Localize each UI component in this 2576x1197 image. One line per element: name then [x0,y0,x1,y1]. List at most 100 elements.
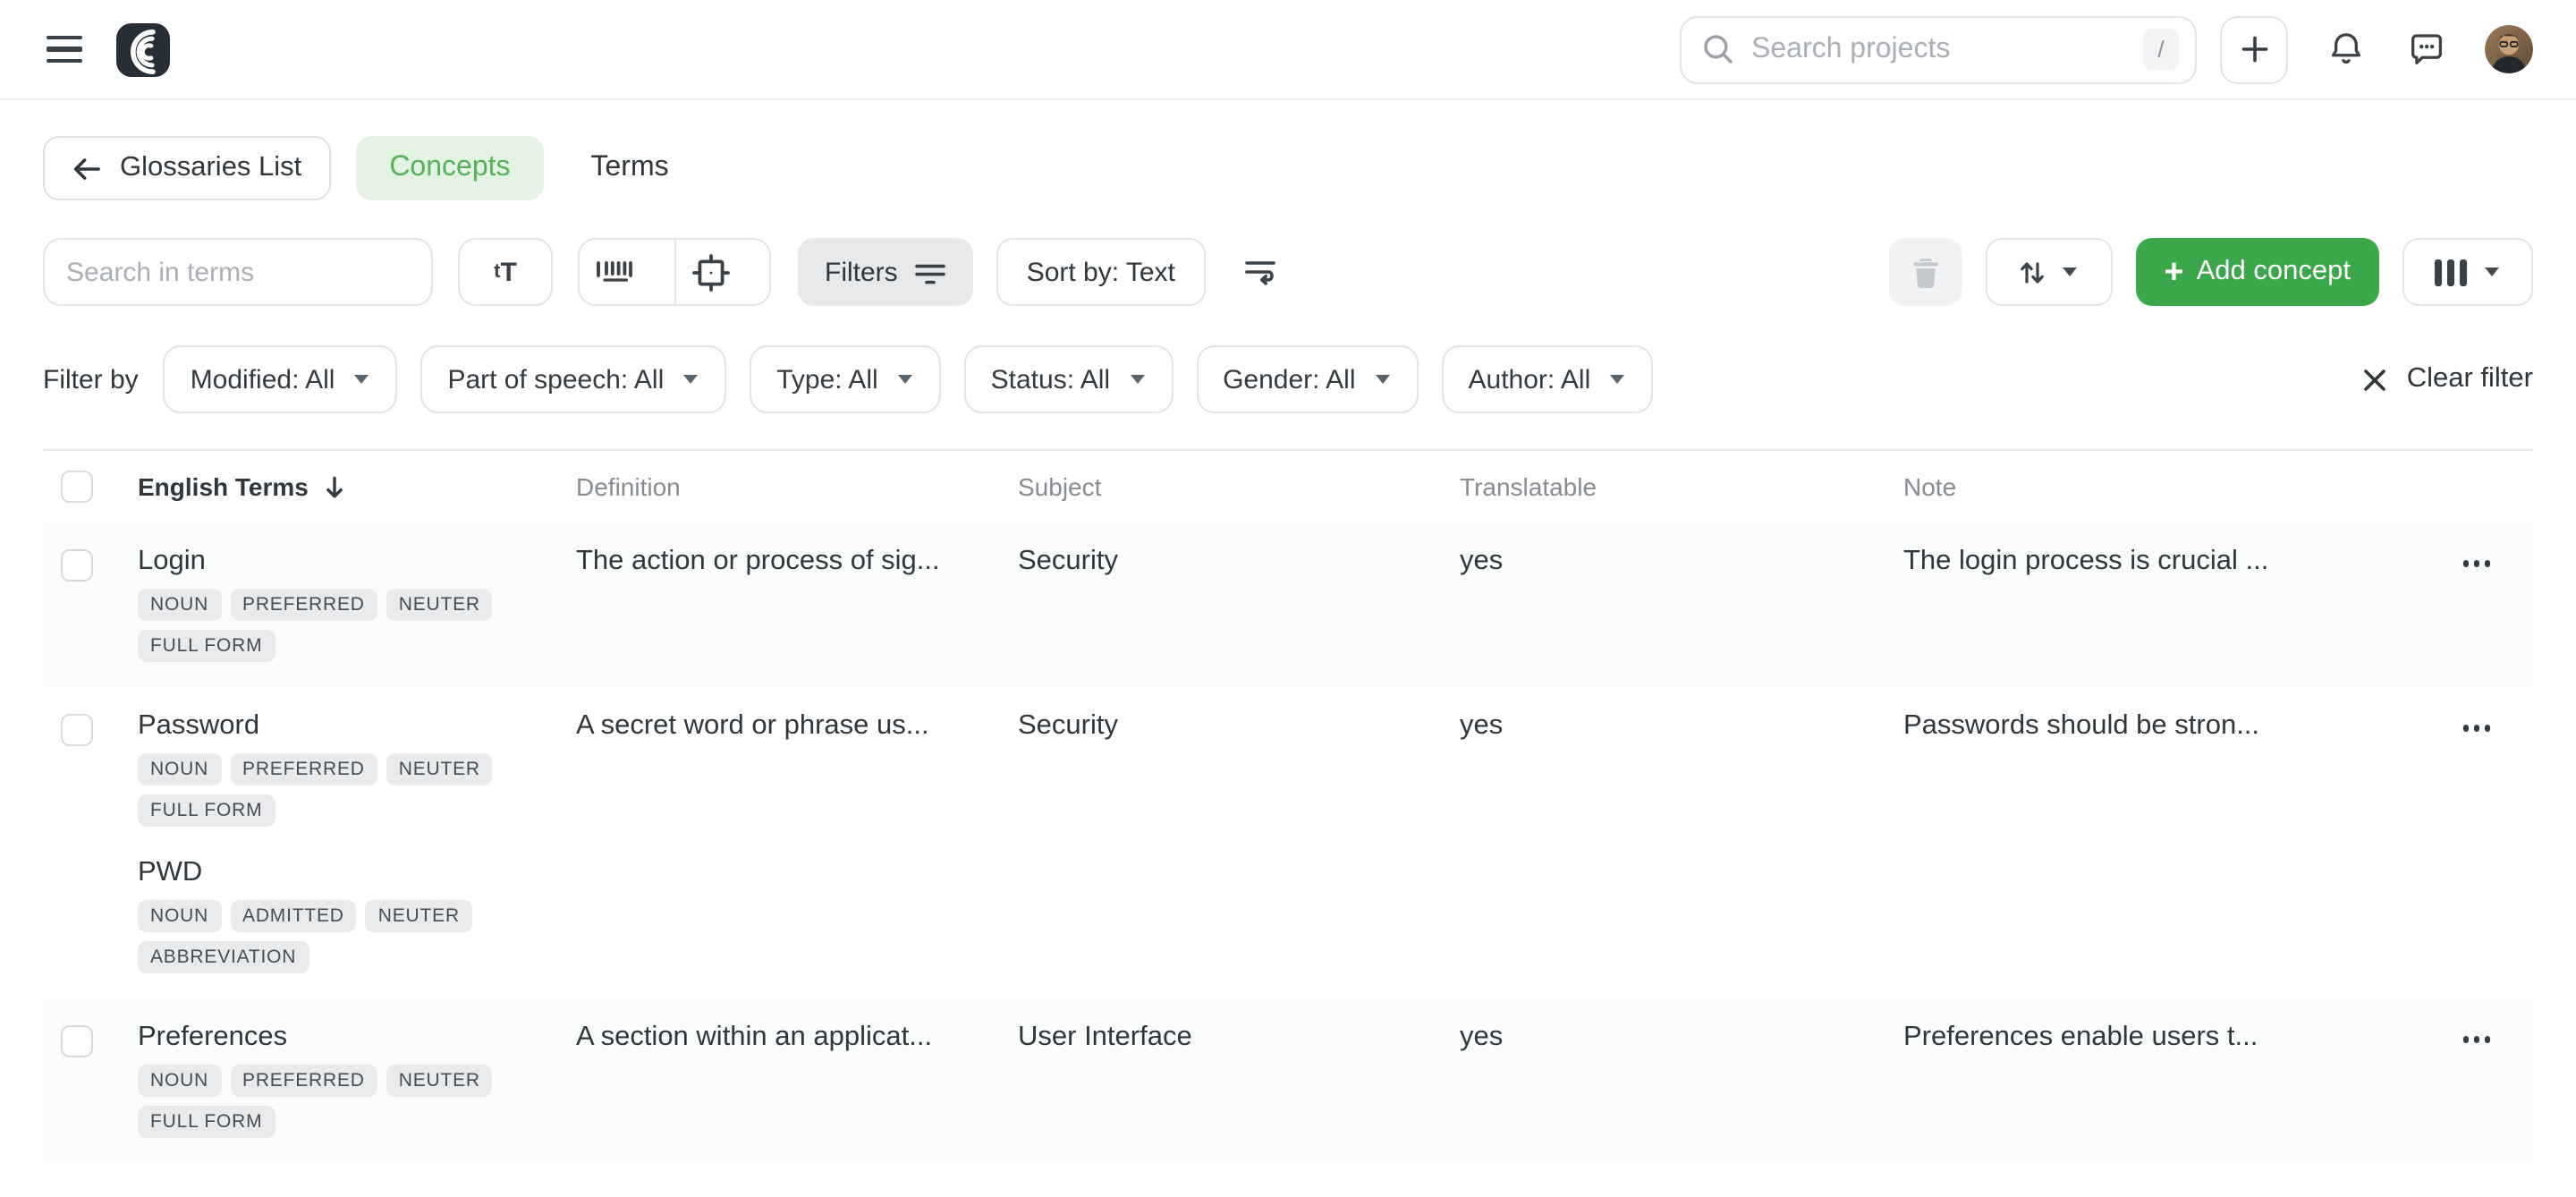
term-block: Preferences NOUNPREFERREDNEUTERFULL FORM [138,1022,576,1138]
term-tag: PREFERRED [230,589,377,621]
row-checkbox[interactable] [61,549,93,582]
app-logo[interactable] [116,22,170,76]
sort-arrows-icon [2018,257,2046,287]
chevron-down-icon [682,374,699,385]
filter-chip[interactable]: Author: All [1442,345,1654,413]
terms-cell: Preferences NOUNPREFERREDNEUTERFULL FORM [138,1022,576,1138]
row-menu-button[interactable] [2464,548,2491,580]
term-tag: NEUTER [386,589,493,621]
row-menu-button[interactable] [2464,712,2491,744]
table-body: LoginNOUNPREFERREDNEUTERFULL FORM The ac… [43,522,2533,1163]
term-tag: NOUN [138,753,221,785]
new-project-button[interactable] [2220,15,2288,83]
note-cell: Passwords should be stron... [1903,710,2417,973]
row-checkbox[interactable] [61,1025,93,1057]
filter-chip-label: Author: All [1469,364,1591,395]
term-text[interactable]: Login [138,546,576,578]
table-row[interactable]: Password NOUN PREFERRED NEUTER FULL FORM PWD N… [43,687,2533,998]
term-tags: NOUNADMITTEDNEUTERABBREVIATION [138,900,540,973]
note-cell: Preferences enable users t... [1903,1022,2417,1138]
sort-order-dropdown[interactable] [1985,238,2112,306]
terms-toolbar: Search in terms tT [43,238,2533,306]
clear-filter-button[interactable]: Clear filter [2362,363,2533,395]
search-icon [1701,32,1735,66]
term-tags: NOUNPREFERREDNEUTERFULL FORM [138,589,540,662]
term-tag: FULL FORM [138,794,275,827]
filters-button[interactable]: Filters [798,238,973,306]
filter-chip[interactable]: Part of speech: All [420,345,726,413]
term-text[interactable]: PWD [138,857,576,889]
search-in-terms-input[interactable]: Search in terms [43,238,433,306]
whole-word-button[interactable] [674,240,769,304]
clear-filter-label: Clear filter [2407,363,2533,395]
wrap-lines-button[interactable] [1234,238,1288,306]
subject-cell: Security [1018,546,1460,662]
table-row[interactable]: PreferencesNOUNPREFERREDNEUTERFULL FORM … [43,998,2533,1163]
term-tag: PREFERRED [230,753,377,785]
term-block: LoginNOUNPREFERREDNEUTERFULL FORM [138,546,576,662]
column-header-subject[interactable]: Subject [1018,472,1460,501]
sort-by-button[interactable]: Sort by: Text [996,238,1206,306]
search-placeholder: Search projects [1751,33,2143,65]
back-to-glossaries-button[interactable]: Glossaries List [43,136,330,200]
chevron-down-icon [2484,267,2502,277]
filter-chip-label: Type: All [776,364,877,395]
notifications-bell-icon[interactable] [2326,29,2367,70]
term-tag: NOUN [138,589,221,621]
term-tags: NOUNPREFERREDNEUTERFULL FORM [138,1065,540,1138]
terms-table: English Terms Definition Subject Transla… [43,449,2533,1163]
row-menu-button[interactable] [2464,1023,2491,1056]
subject-cell: Security [1018,710,1460,973]
hamburger-menu-icon[interactable] [47,36,82,63]
match-case-button[interactable]: tT [458,238,553,306]
chevron-down-icon [896,374,914,385]
columns-icon [2434,259,2467,285]
note-cell: The login process is crucial ... [1903,546,2417,662]
tab-concepts[interactable]: Concepts [355,136,544,200]
column-header-definition[interactable]: Definition [576,472,1018,501]
add-concept-label: Add concept [2197,256,2351,288]
chevron-down-icon [1608,374,1626,385]
search-in-terms-placeholder: Search in terms [66,257,254,287]
barcode-icon [594,256,635,288]
translatable-cell: yes [1460,1022,1903,1138]
column-header-english-terms[interactable]: English Terms [138,472,576,501]
filter-chip[interactable]: Gender: All [1196,345,1418,413]
column-header-note[interactable]: Note [1903,472,2417,501]
table-row[interactable]: LoginNOUNPREFERREDNEUTERFULL FORM The ac… [43,522,2533,687]
tab-terms[interactable]: Terms [591,136,669,200]
filter-chips: Modified: All Part of speech: All Type: Al… [164,345,1677,413]
definition-cell: A section within an applicat... [576,1022,1018,1138]
filter-chip[interactable]: Modified: All [164,345,398,413]
sort-desc-icon[interactable] [323,473,348,500]
search-mode-group [578,238,771,306]
filter-chip[interactable]: Type: All [750,345,940,413]
column-header-translatable[interactable]: Translatable [1460,472,1903,501]
translatable-cell: yes [1460,546,1903,662]
delete-selected-button[interactable] [1888,238,1962,306]
terms-cell: Password NOUN PREFERRED NEUTER FULL FORM PWD N… [138,710,576,973]
filters-label: Filters [825,257,898,287]
term-tag: PREFERRED [230,1065,377,1097]
chevron-down-icon [352,374,370,385]
search-projects-input[interactable]: Search projects / [1680,15,2197,83]
match-exact-button[interactable] [580,240,674,304]
columns-dropdown[interactable] [2402,238,2533,306]
definition-cell: A secret word or phrase us... [576,710,1018,973]
term-text[interactable]: Password [138,710,576,743]
term-tag: NEUTER [386,753,493,785]
glossary-nav: Glossaries List Concepts Terms [43,136,2533,200]
translatable-cell: yes [1460,710,1903,973]
row-checkbox[interactable] [61,714,93,746]
user-avatar[interactable] [2485,25,2533,73]
term-text[interactable]: Preferences [138,1022,576,1054]
add-concept-button[interactable]: + Add concept [2135,238,2379,306]
arrow-left-icon [72,155,102,182]
chevron-down-icon [1374,374,1392,385]
wrap-text-icon [1244,258,1278,286]
term-tag: ABBREVIATION [138,941,309,973]
filter-chip-label: Gender: All [1223,364,1355,395]
select-all-checkbox[interactable] [61,471,93,503]
feedback-chat-icon[interactable] [2406,29,2447,70]
filter-chip[interactable]: Status: All [964,345,1173,413]
